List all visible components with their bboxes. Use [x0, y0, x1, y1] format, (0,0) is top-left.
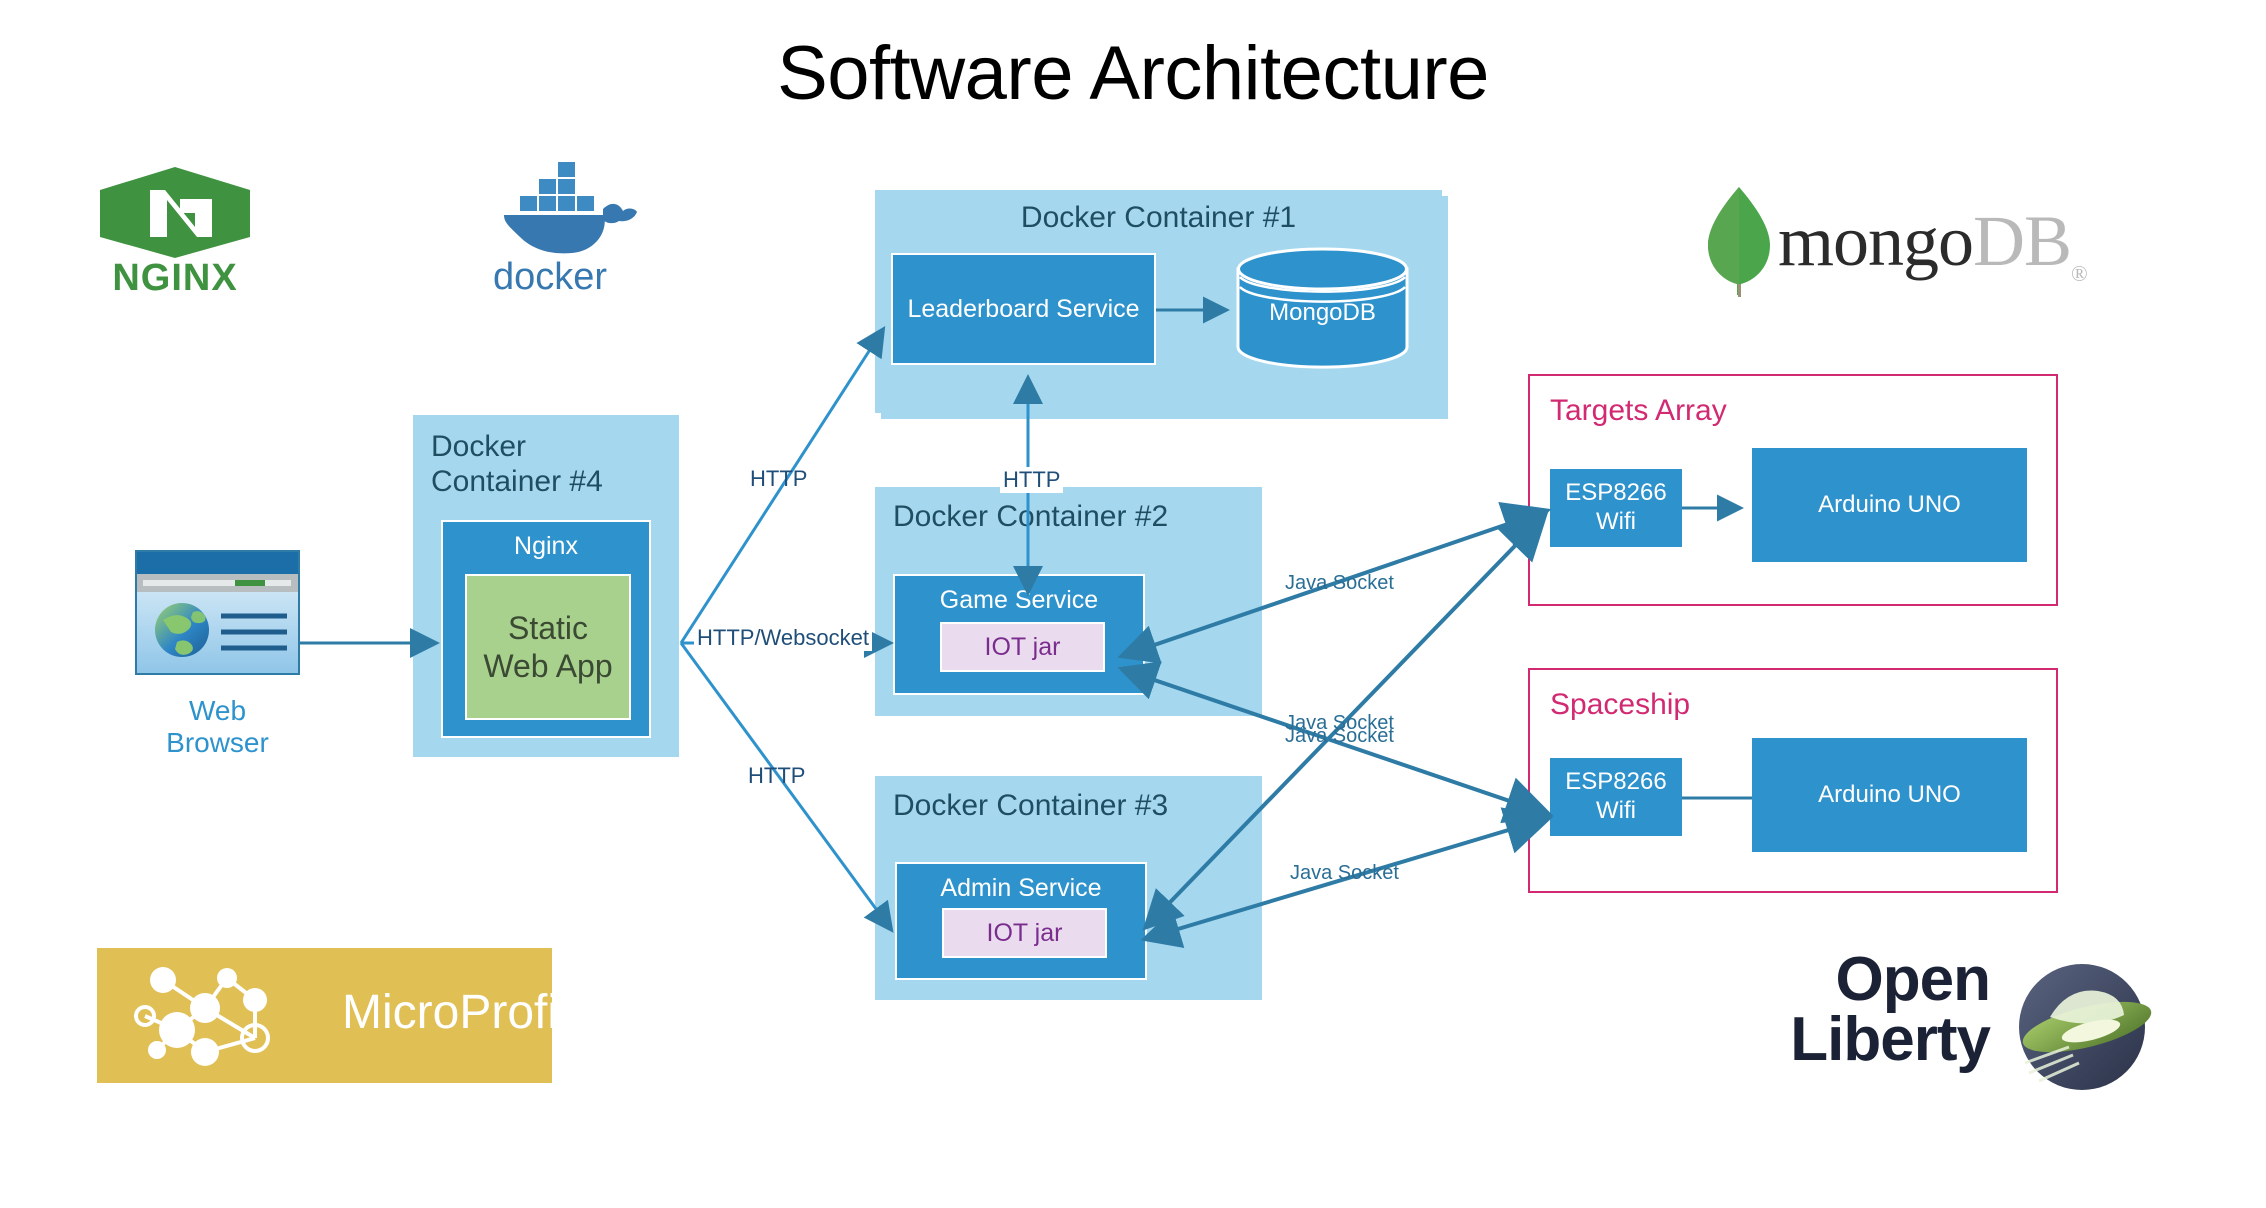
- architecture-diagram: Software Architecture NGINX docker mongo…: [0, 0, 2266, 1208]
- openliberty-logo: Open Liberty: [1740, 945, 2180, 1100]
- edge-label-http-vertical: HTTP: [1000, 467, 1064, 493]
- openliberty-wordmark-line1: Open: [1835, 945, 1991, 1014]
- openliberty-ufo-icon: [2019, 964, 2152, 1090]
- microprofile-wordmark: MicroProfile: [342, 986, 596, 1039]
- openliberty-wordmark-line2: Liberty: [1790, 1005, 1991, 1075]
- edge-label-java-socket-game-targets: Java Socket: [1285, 572, 1394, 594]
- edge-label-http-websocket: HTTP/Websocket: [694, 625, 872, 651]
- edge-label-http-leaderboard: HTTP: [750, 466, 808, 491]
- openliberty-wordmark: Open Liberty: [1740, 945, 1991, 1075]
- edge-label-http-admin: HTTP: [748, 763, 806, 788]
- microprofile-network-icon: [134, 967, 270, 1066]
- edge-label-java-socket-admin-spaceship: Java Socket: [1290, 862, 1399, 884]
- microprofile-logo: MicroProfile: [97, 948, 595, 1083]
- edge-label-java-socket-admin-targets: Java Socket: [1285, 725, 1394, 747]
